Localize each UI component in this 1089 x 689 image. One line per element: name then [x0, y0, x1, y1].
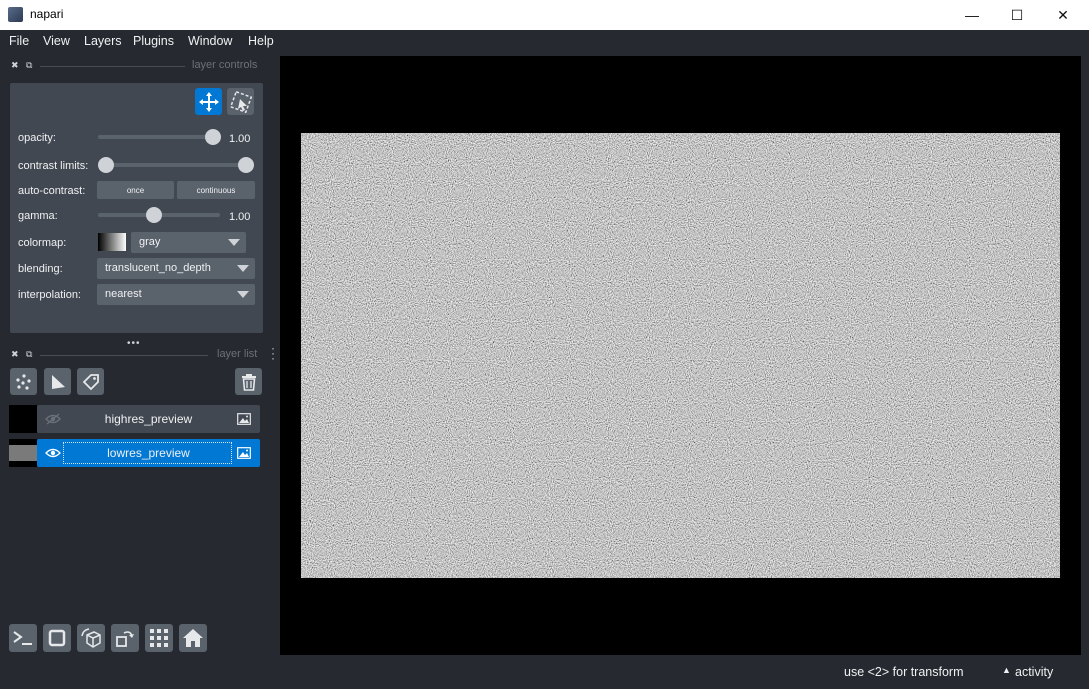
menu-file[interactable]: File	[9, 34, 29, 48]
dock-float-icon[interactable]: ⧉	[26, 60, 32, 71]
layer-thumbnail	[9, 405, 37, 433]
toggle-grid-button[interactable]	[145, 624, 173, 652]
blending-value: translucent_no_depth	[105, 262, 211, 274]
layer-thumbnail-noise	[9, 439, 37, 467]
pan-zoom-button[interactable]	[195, 88, 222, 115]
layer-controls-title: layer controls	[192, 59, 258, 71]
transform-select-icon	[229, 90, 252, 113]
activity-toggle-icon[interactable]: ▲	[1002, 665, 1011, 675]
contrast-limits-label: contrast limits:	[18, 160, 89, 172]
transpose-dimensions-button[interactable]	[111, 624, 139, 652]
dock-float-icon[interactable]: ⧉	[26, 349, 32, 360]
menu-plugins[interactable]: Plugins	[133, 34, 174, 48]
napari-logo-icon	[8, 7, 23, 22]
new-labels-layer-button[interactable]	[77, 368, 104, 395]
blending-dropdown[interactable]: translucent_no_depth	[97, 258, 255, 279]
gamma-value: 1.00	[229, 211, 251, 223]
trash-icon	[241, 373, 256, 391]
menu-bar: File View Layers Plugins Window Help	[0, 30, 1089, 53]
layer-row-lowres[interactable]: lowres_preview	[37, 439, 260, 467]
colormap-label: colormap:	[18, 237, 67, 249]
reset-view-button[interactable]	[179, 624, 207, 652]
gamma-label: gamma:	[18, 210, 58, 222]
minimize-icon: —	[965, 7, 979, 23]
layer-row-highres[interactable]: highres_preview	[37, 405, 260, 433]
points-icon	[15, 373, 31, 390]
opacity-label: opacity:	[18, 132, 56, 144]
transform-button[interactable]	[227, 88, 254, 115]
layer-name[interactable]: highres_preview	[37, 412, 260, 426]
grid-icon	[150, 629, 168, 647]
contrast-high-handle[interactable]	[238, 157, 254, 173]
contrast-low-handle[interactable]	[98, 157, 114, 173]
shapes-icon	[51, 374, 65, 389]
new-points-layer-button[interactable]	[10, 368, 37, 395]
maximize-button[interactable]: ☐	[994, 0, 1040, 30]
roll-dimensions-button[interactable]	[77, 624, 105, 652]
close-icon: ✕	[1057, 6, 1069, 23]
status-hint: use <2> for transform	[844, 665, 964, 679]
menu-layers[interactable]: Layers	[84, 34, 122, 48]
maximize-icon: ☐	[1010, 6, 1024, 23]
chevron-down-icon	[228, 239, 240, 246]
contrast-limits-slider[interactable]	[102, 163, 248, 167]
image-layer-icon	[237, 447, 251, 459]
auto-contrast-once-button[interactable]: once	[97, 181, 174, 199]
interpolation-dropdown[interactable]: nearest	[97, 284, 255, 305]
chevron-down-icon	[237, 291, 249, 298]
title-bar: napari — ☐ ✕	[0, 0, 1089, 30]
image-layer-icon	[237, 413, 251, 425]
menu-help[interactable]: Help	[248, 34, 274, 48]
minimize-button[interactable]: —	[949, 0, 995, 30]
interpolation-label: interpolation:	[18, 289, 81, 301]
label-tag-icon	[82, 373, 99, 390]
cube-roll-icon	[81, 628, 101, 648]
delete-layer-button[interactable]	[235, 368, 262, 395]
menu-window[interactable]: Window	[188, 34, 232, 48]
window-title: napari	[30, 7, 64, 21]
console-button[interactable]	[9, 624, 37, 652]
layer-list-title: layer list	[217, 348, 258, 360]
activity-button[interactable]: activity	[1015, 665, 1053, 679]
more-options-icon[interactable]: · · ·	[271, 342, 275, 364]
image-layer-render	[301, 133, 1060, 578]
close-button[interactable]: ✕	[1040, 0, 1086, 30]
blending-label: blending:	[18, 263, 63, 275]
auto-contrast-continuous-button[interactable]: continuous	[177, 181, 255, 199]
layer-list-header: ✖ ⧉ layer list	[0, 345, 270, 365]
auto-contrast-label: auto-contrast:	[18, 185, 86, 197]
opacity-slider-handle[interactable]	[205, 129, 221, 145]
square-2d-icon	[48, 629, 66, 647]
layer-controls-header: ✖ ⧉ layer controls	[0, 56, 270, 76]
dock-close-icon[interactable]: ✖	[11, 349, 19, 360]
toggle-ndisplay-button[interactable]	[43, 624, 71, 652]
status-bar: use <2> for transform ▲ activity	[0, 655, 1089, 689]
colormap-value: gray	[139, 236, 161, 248]
transpose-icon	[116, 631, 134, 647]
colormap-preview	[98, 233, 126, 251]
terminal-icon	[13, 631, 32, 645]
new-shapes-layer-button[interactable]	[44, 368, 71, 395]
menu-view[interactable]: View	[43, 34, 70, 48]
interpolation-value: nearest	[105, 288, 142, 300]
colormap-dropdown[interactable]: gray	[131, 232, 246, 253]
opacity-slider[interactable]	[98, 135, 220, 139]
layer-name[interactable]: lowres_preview	[37, 446, 260, 460]
move-arrows-icon	[198, 91, 219, 112]
gamma-slider-handle[interactable]	[146, 207, 162, 223]
chevron-down-icon	[237, 265, 249, 272]
dock-close-icon[interactable]: ✖	[11, 60, 19, 71]
home-icon	[183, 629, 203, 647]
opacity-value: 1.00	[229, 133, 251, 145]
